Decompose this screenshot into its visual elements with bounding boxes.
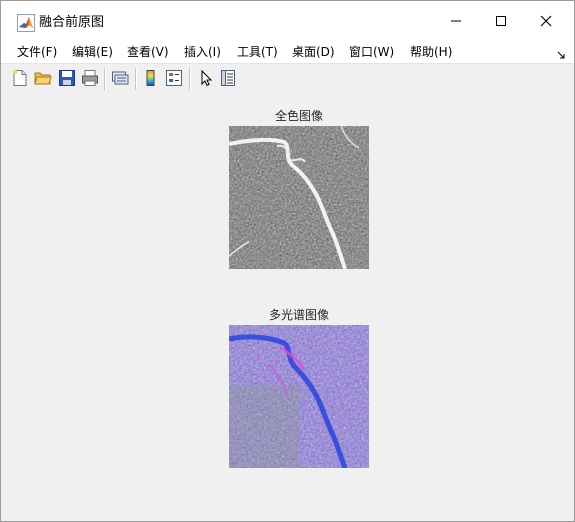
new-figure-icon[interactable] <box>11 69 29 87</box>
menu-insert[interactable]: 插入(I) <box>184 43 221 61</box>
menu-edit[interactable]: 编辑(E) <box>72 43 113 61</box>
open-folder-icon[interactable] <box>34 69 52 87</box>
toolbar-separator <box>104 68 106 90</box>
menu-file[interactable]: 文件(F) <box>17 43 57 61</box>
figure-toolbar <box>1 63 574 95</box>
panchromatic-title: 全色图像 <box>274 109 323 123</box>
colorbar-icon[interactable] <box>142 69 160 87</box>
menu-view[interactable]: 查看(V) <box>127 43 169 61</box>
close-button[interactable] <box>523 1 569 41</box>
minimize-button[interactable] <box>433 1 479 41</box>
title-bar[interactable]: 融合前原图 <box>1 1 574 41</box>
panchromatic-satellite-image[interactable] <box>229 126 369 269</box>
print-icon[interactable] <box>81 69 99 87</box>
menu-window[interactable]: 窗口(W) <box>349 43 394 61</box>
save-icon[interactable] <box>58 69 76 87</box>
matlab-logo-icon <box>17 14 35 32</box>
toolbar-dock-arrow-icon[interactable] <box>556 45 566 59</box>
maximize-button[interactable] <box>478 1 524 41</box>
legend-icon[interactable] <box>165 69 183 87</box>
multispectral-satellite-image[interactable] <box>229 325 369 468</box>
menu-bar: 文件(F) 编辑(E) 查看(V) 插入(I) 工具(T) 桌面(D) 窗口(W… <box>1 41 574 63</box>
close-icon <box>540 12 552 31</box>
menu-tools[interactable]: 工具(T) <box>237 43 278 61</box>
maximize-icon <box>495 12 507 31</box>
figure-window: 融合前原图 文件(F) 编辑(E) 查看(V) 插入(I) 工具(T) 桌面(D… <box>0 0 575 522</box>
toolbar-separator <box>189 68 191 90</box>
figure-canvas[interactable]: 全色图像 多光谱图像 <box>1 94 574 521</box>
menu-help[interactable]: 帮助(H) <box>410 43 452 61</box>
menu-desktop[interactable]: 桌面(D) <box>292 43 335 61</box>
property-inspector-icon[interactable] <box>219 69 237 87</box>
link-icon[interactable] <box>111 69 129 87</box>
minimize-icon <box>450 12 462 31</box>
toolbar-separator <box>135 68 137 90</box>
pointer-icon[interactable] <box>197 69 215 87</box>
multispectral-title: 多光谱图像 <box>268 308 329 322</box>
window-title: 融合前原图 <box>39 15 105 30</box>
